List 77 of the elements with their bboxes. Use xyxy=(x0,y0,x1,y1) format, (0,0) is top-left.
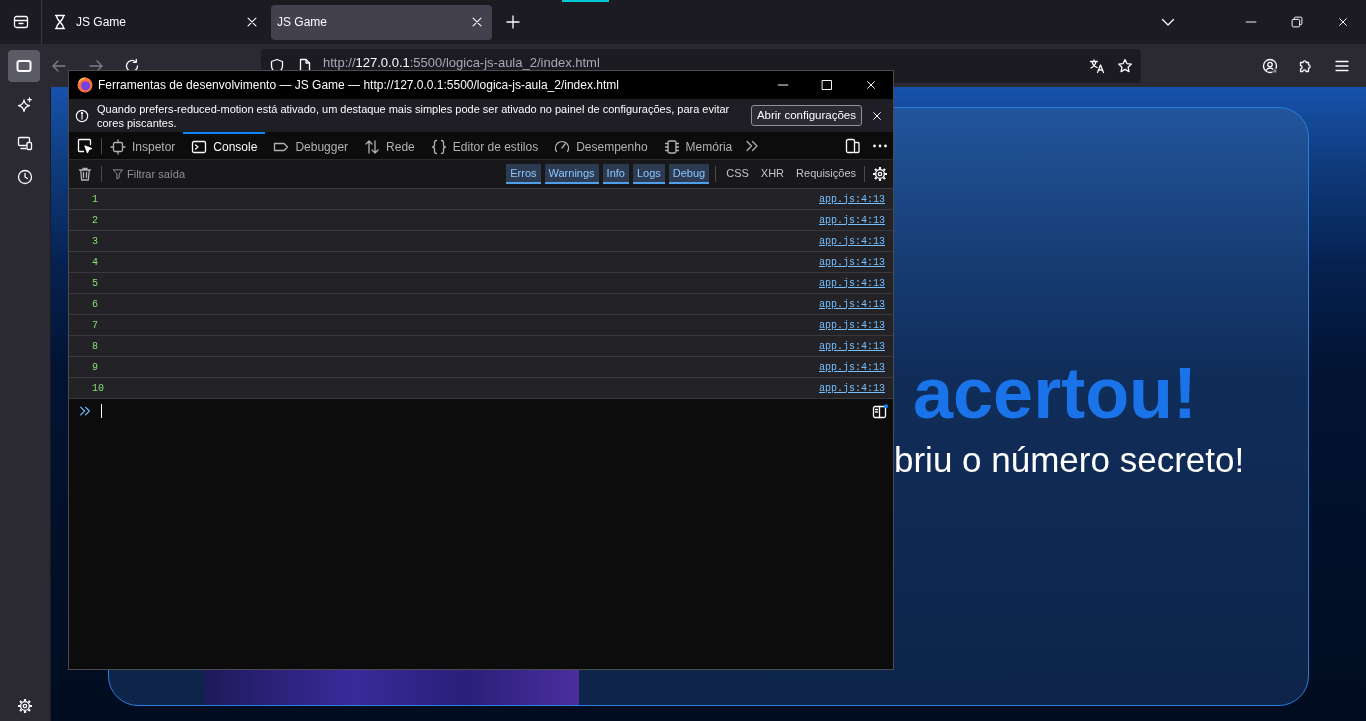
sparkle-icon[interactable] xyxy=(17,97,33,113)
terminal-icon xyxy=(191,138,208,155)
indicator-bar xyxy=(562,0,609,2)
tab-manager-icon[interactable] xyxy=(12,14,29,30)
close-icon[interactable] xyxy=(1337,16,1349,28)
log-message: 6 xyxy=(92,297,98,312)
restore-icon[interactable] xyxy=(1291,16,1303,28)
devices-icon[interactable] xyxy=(17,135,33,151)
account-icon[interactable] xyxy=(1262,57,1278,74)
source-link[interactable]: app.js:4:13 xyxy=(819,233,885,249)
tool-tab[interactable]: Editor de estilos xyxy=(422,131,547,160)
braces-icon xyxy=(430,138,447,155)
level-filter-button[interactable]: Logs xyxy=(632,164,665,184)
trash-icon[interactable] xyxy=(77,166,93,182)
hourglass-icon xyxy=(52,14,68,30)
source-link[interactable]: app.js:4:13 xyxy=(819,212,885,228)
browser-tab[interactable]: JS Game xyxy=(271,4,492,40)
source-link[interactable]: app.js:4:13 xyxy=(819,359,885,375)
browser-logo-icon xyxy=(77,77,93,93)
puzzle-icon[interactable] xyxy=(1298,57,1314,74)
new-tab-icon[interactable] xyxy=(505,14,521,30)
source-link[interactable]: app.js:4:13 xyxy=(819,254,885,270)
close-icon[interactable] xyxy=(470,15,484,29)
settings-icon[interactable] xyxy=(17,698,33,714)
tool-tab[interactable]: Inspetor xyxy=(102,131,184,160)
gauge-icon xyxy=(554,138,571,155)
box-icon xyxy=(110,138,126,155)
tool-tab[interactable]: Desempenho xyxy=(546,131,656,160)
log-message: 3 xyxy=(92,234,98,249)
level-filter-button[interactable]: Debug xyxy=(668,164,710,184)
tool-tab[interactable]: Memória xyxy=(655,131,741,160)
maximize-icon[interactable] xyxy=(821,79,833,91)
close-icon[interactable] xyxy=(871,109,883,122)
close-icon[interactable] xyxy=(865,79,877,91)
editor-mode-icon[interactable] xyxy=(872,404,888,420)
translate-icon[interactable] xyxy=(1089,57,1105,74)
sidebar-icon xyxy=(16,57,32,74)
source-link[interactable]: app.js:4:13 xyxy=(819,296,885,312)
chip-icon xyxy=(663,138,680,155)
info-icon xyxy=(75,108,89,123)
level-filter-button[interactable]: Erros xyxy=(506,164,541,184)
source-link[interactable]: app.js:4:13 xyxy=(819,380,885,396)
tool-tab[interactable]: Rede xyxy=(356,131,423,160)
filter-icon xyxy=(112,168,124,180)
filter-field[interactable]: Filtrar saída xyxy=(127,165,427,183)
source-link[interactable]: app.js:4:13 xyxy=(819,317,885,333)
tool-tab[interactable]: Debugger xyxy=(265,131,357,160)
log-message: 7 xyxy=(92,318,98,333)
element-picker-icon[interactable] xyxy=(77,137,93,154)
prompt-chevron-icon xyxy=(78,404,92,418)
browser-tab[interactable]: JS Game xyxy=(46,4,267,40)
log-message: 10 xyxy=(92,381,104,396)
log-message: 4 xyxy=(92,255,98,270)
notification-text: Quando prefers-reduced-motion está ativado, um destaque mais simples pode ser ativado no painel de configurações, para evitar cores piscantes. xyxy=(97,101,731,130)
log-message: 5 xyxy=(92,276,98,291)
level-filter-button[interactable]: Info xyxy=(602,164,629,184)
settings-icon[interactable] xyxy=(872,166,888,182)
history-clock-icon[interactable] xyxy=(17,169,33,185)
level-filter-button[interactable]: Warnings xyxy=(544,164,599,184)
up-down-arrows-icon xyxy=(364,138,381,155)
close-icon[interactable] xyxy=(245,15,259,29)
log-message: 8 xyxy=(92,339,98,354)
dock-icon[interactable] xyxy=(845,137,861,154)
source-link[interactable]: app.js:4:13 xyxy=(819,338,885,354)
open-settings-button[interactable]: Abrir configurações xyxy=(750,105,862,126)
sidebar-toggle-button[interactable] xyxy=(8,49,40,82)
log-message: 1 xyxy=(92,192,98,207)
type-filter-button[interactable]: Requisições xyxy=(792,164,860,184)
source-link[interactable]: app.js:4:13 xyxy=(819,191,885,207)
type-filter-button[interactable]: XHR xyxy=(756,164,789,184)
log-message: 2 xyxy=(92,213,98,228)
star-icon[interactable] xyxy=(1117,57,1133,74)
type-filter-button[interactable]: CSS xyxy=(722,164,753,184)
log-message: 9 xyxy=(92,360,98,375)
message-text: briu o número secreto! xyxy=(894,439,1245,481)
source-link[interactable]: app.js:4:13 xyxy=(819,275,885,291)
heading-text: acertou! xyxy=(913,357,1198,429)
